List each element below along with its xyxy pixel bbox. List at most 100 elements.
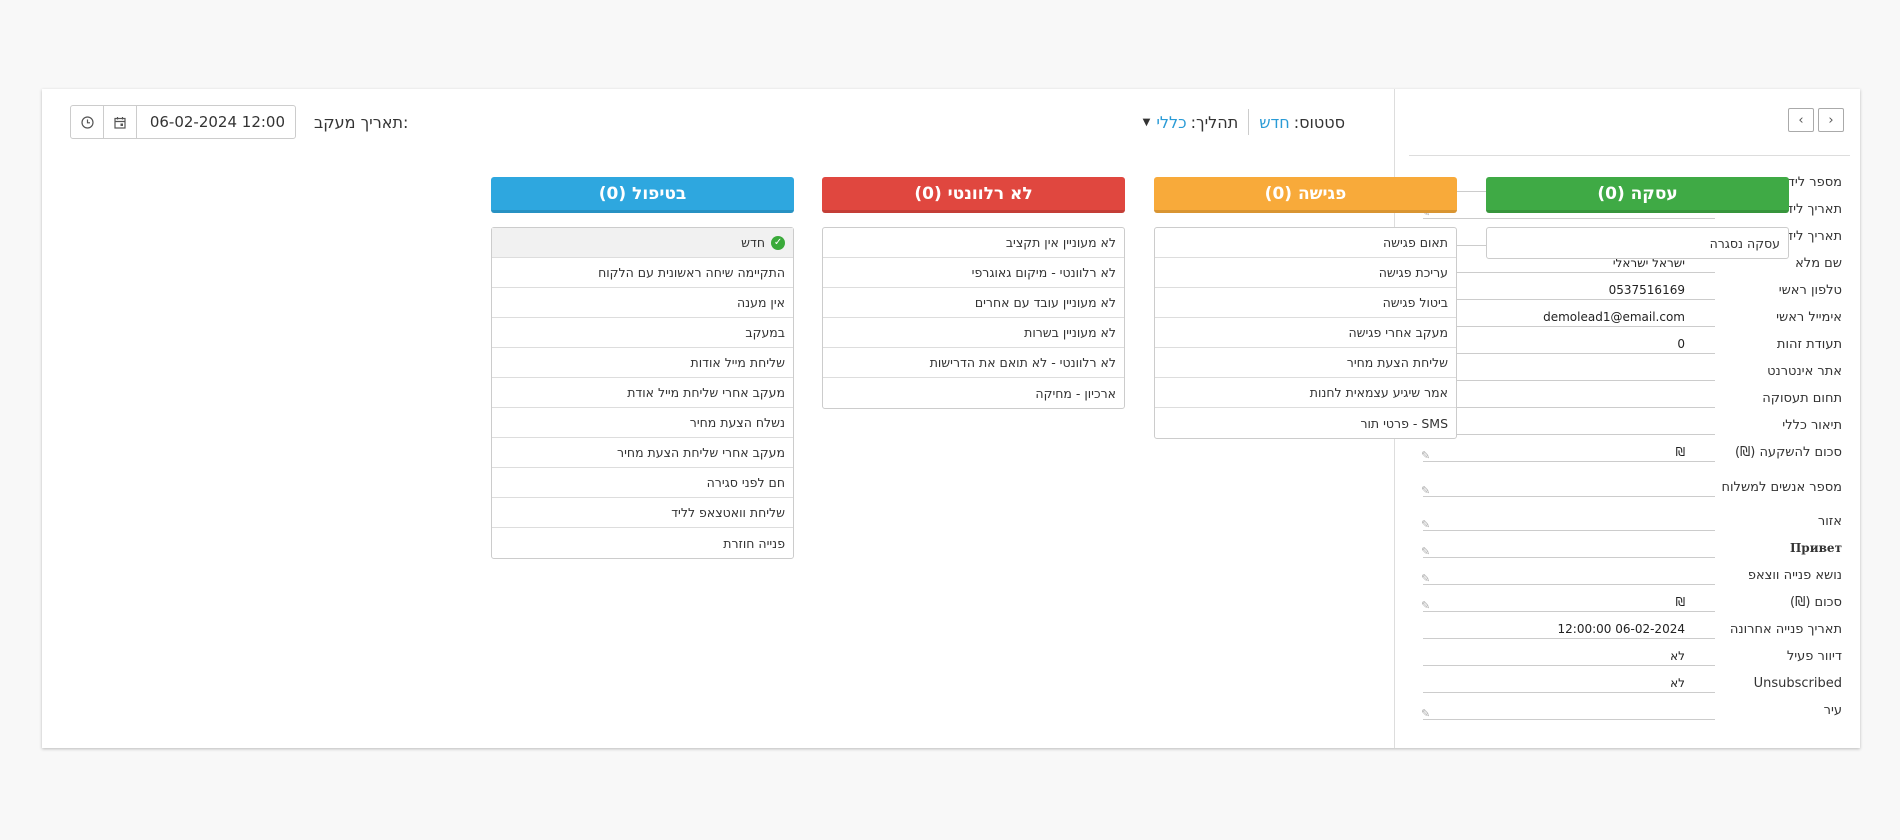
status-bar: סטטוס: חדש תהליך: כללי ▼ [1143, 109, 1345, 135]
status-option-label: תאום פגישה [1382, 235, 1448, 250]
status-option[interactable]: SMS - פרטי תור [1155, 408, 1456, 438]
column-header[interactable]: פגישה (0) [1154, 177, 1457, 213]
status-option[interactable]: לא מעוניין עובד עם אחרים [823, 288, 1124, 318]
tracking-date-input[interactable]: 06-02-2024 12:00 [70, 105, 296, 139]
column-header[interactable]: עסקה (0) [1486, 177, 1789, 213]
field-value-text: 06-02-2024 12:00:00 [1557, 622, 1685, 636]
field-label: Unsubscribed [1753, 676, 1842, 691]
field-value[interactable]: demolead1@email.com✎ [1421, 308, 1715, 327]
field-label: עיר [1823, 703, 1842, 718]
process-dropdown[interactable]: כללי [1156, 113, 1186, 132]
status-column: בטיפול (0) ✓ חדש התקיימה שיחה ראשונית עם הל… [491, 177, 794, 559]
field-value[interactable]: 06-02-2024 12:00:00 [1423, 620, 1715, 639]
pencil-icon[interactable]: ✎ [1421, 447, 1430, 465]
status-option[interactable]: במעקב [492, 318, 793, 348]
field-row: Unsubscribed לא [1423, 670, 1850, 697]
field-value[interactable]: ✎ [1421, 389, 1715, 408]
column-list: תאום פגישה עריכת פגישה ביטול פגישה מעקב אחר… [1154, 227, 1457, 439]
status-option[interactable]: שליחת וואטצאפ לליד [492, 498, 793, 528]
status-option[interactable]: אמר שיגיע עצמאית לחנות [1155, 378, 1456, 408]
pencil-icon[interactable]: ✎ [1421, 543, 1430, 561]
status-option[interactable]: לא מעוניין אין תקציב [823, 228, 1124, 258]
field-label: תעודת זהות [1776, 337, 1842, 352]
tracking-date-value: 06-02-2024 12:00 [149, 113, 285, 131]
status-option[interactable]: לא רלוונטי - מיקום גאוגרפי [823, 258, 1124, 288]
field-value[interactable]: 0✎ [1421, 335, 1715, 354]
column-header[interactable]: לא רלוונטי (0) [822, 177, 1125, 213]
calendar-icon[interactable] [104, 106, 137, 138]
status-option[interactable]: מעקב אחרי שליחת הצעת מחיר [492, 438, 793, 468]
status-option[interactable]: שליחת מייל אודות [492, 348, 793, 378]
status-option-label: שליחת וואטצאפ לליד [671, 505, 785, 520]
check-icon: ✓ [771, 235, 785, 250]
status-option[interactable]: לא רלוונטי - לא תואם את הדרישות [823, 348, 1124, 378]
pencil-icon[interactable]: ✎ [1421, 570, 1430, 588]
status-option[interactable]: ✓ חדש [492, 228, 793, 258]
column-header[interactable]: בטיפול (0) [491, 177, 794, 213]
status-option-label: שליחת הצעת מחיר [1346, 355, 1448, 370]
caret-down-icon[interactable]: ▼ [1143, 117, 1151, 128]
field-row: תעודת זהות 0✎ [1421, 331, 1850, 358]
field-row: אזור ✎ [1421, 508, 1850, 535]
status-option-label: מעקב אחרי שליחת מייל אודת [627, 385, 785, 400]
field-value[interactable]: ₪ ✎ [1421, 593, 1715, 615]
field-value[interactable]: לא [1423, 674, 1715, 693]
field-label: מספר אנשים למשלוח [1721, 479, 1842, 495]
status-option[interactable]: ארכיון - מחיקה [823, 378, 1124, 408]
field-value[interactable]: ✎ [1421, 362, 1715, 381]
field-row: אימייל ראשי demolead1@email.com✎ [1421, 304, 1850, 331]
status-option[interactable]: התקיימה שיחה ראשונית עם הלקוח [492, 258, 793, 288]
field-value[interactable]: ✎ [1421, 512, 1715, 534]
field-row: תיאור כללי ✎ [1421, 412, 1850, 439]
status-option[interactable]: לא מעוניין בשרות [823, 318, 1124, 348]
pencil-icon[interactable]: ✎ [1421, 597, 1430, 615]
status-option[interactable]: עריכת פגישה [1155, 258, 1456, 288]
field-value[interactable]: ✎ [1421, 478, 1715, 500]
field-label: Привет [1789, 541, 1842, 555]
field-row: אתר אינטרנט ✎ [1421, 358, 1850, 385]
status-option-label: לא רלוונטי - מיקום גאוגרפי [971, 265, 1116, 280]
field-row: דיוור פעיל לא [1423, 643, 1850, 670]
column-list: ✓ חדש התקיימה שיחה ראשונית עם הלקוח אין מענ… [491, 227, 794, 559]
process-label: תהליך: [1190, 112, 1239, 132]
status-option[interactable]: פנייה חוזרת [492, 528, 793, 558]
pencil-icon[interactable]: ✎ [1421, 516, 1430, 534]
column-list: לא מעוניין אין תקציב לא רלוונטי - מיקום ג… [822, 227, 1125, 409]
field-value[interactable]: לא [1423, 647, 1715, 666]
lead-card: ‹ › מספר לידLEA319654תאריך לידה✎תאריך לי… [42, 89, 1860, 748]
status-option-label: SMS - פרטי תור [1360, 415, 1448, 431]
status-option[interactable]: שליחת הצעת מחיר [1155, 348, 1456, 378]
status-option[interactable]: תאום פגישה [1155, 228, 1456, 258]
status-option[interactable]: ביטול פגישה [1155, 288, 1456, 318]
field-value[interactable]: ₪ ✎ [1421, 443, 1715, 465]
chevron-left-icon[interactable]: ‹ [1788, 108, 1814, 132]
pencil-icon[interactable]: ✎ [1421, 482, 1430, 500]
clock-icon[interactable] [71, 106, 104, 138]
chevron-right-icon[interactable]: › [1818, 108, 1844, 132]
field-value-text: ₪ [1675, 595, 1685, 609]
record-navigation: ‹ › [1788, 108, 1844, 132]
field-value[interactable]: ✎ [1421, 539, 1715, 561]
field-row: סכום (₪) ₪ ✎ [1421, 589, 1850, 616]
pencil-icon[interactable]: ✎ [1421, 705, 1430, 723]
field-value[interactable]: 0537516169✎ [1421, 281, 1715, 300]
status-option[interactable]: נשלח הצעת מחיר [492, 408, 793, 438]
status-option[interactable]: מעקב אחרי פגישה [1155, 318, 1456, 348]
status-option-label: ביטול פגישה [1382, 295, 1448, 310]
status-option-label: אין מענה [736, 295, 785, 310]
field-value-text: לא [1670, 649, 1685, 663]
status-option[interactable]: מעקב אחרי שליחת מייל אודת [492, 378, 793, 408]
status-option-label: חם לפני סגירה [706, 475, 785, 490]
field-value-text: demolead1@email.com [1543, 310, 1685, 324]
field-value[interactable]: ✎ [1421, 416, 1715, 435]
status-option-label: במעקב [745, 325, 785, 340]
status-option[interactable]: עסקה נסגרה [1487, 228, 1788, 258]
field-row: מספר אנשים למשלוח ✎ [1421, 466, 1850, 508]
field-row: Привет ✎ [1421, 535, 1850, 562]
status-option[interactable]: אין מענה [492, 288, 793, 318]
field-value[interactable]: ✎ [1421, 566, 1715, 588]
field-value[interactable]: ✎ [1421, 701, 1715, 723]
field-label: אזור [1817, 514, 1842, 529]
status-column: לא רלוונטי (0) לא מעוניין אין תקציב לא רלו… [822, 177, 1125, 409]
status-option[interactable]: חם לפני סגירה [492, 468, 793, 498]
